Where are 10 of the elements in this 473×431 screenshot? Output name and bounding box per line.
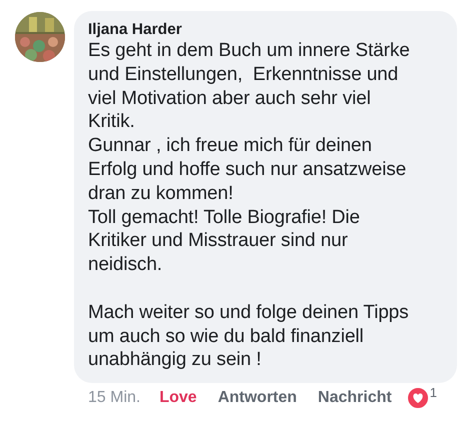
action-link[interactable]: Nachricht [318,389,392,408]
timestamp: 15 Min. [88,389,140,408]
action-link[interactable]: Antworten [218,389,297,408]
comment-text: Toll gemacht! Tolle Biografie! Die Kritiker und Misstrauer sind nur neidisch. [88,206,360,277]
comment-text: Mach weiter so und folge deinen Tipps um auch so wie du bald finanziell unabhängig zu sein ! [88,300,409,372]
comment-text: Gunnar , ich freue mich für deinen Erfolg und hoffe such nur ansatzweise dran zu kommen! [88,134,406,206]
action-link[interactable]: Love [159,389,197,408]
reaction-count: 1 [430,385,437,400]
comment-text: Es geht in dem Buch um innere Stärke und Einstellungen, Erkenntnisse und viel Motivation aber auch sehr viel Kritik. [88,39,410,134]
author-name[interactable]: Iljana Harder [88,20,182,39]
